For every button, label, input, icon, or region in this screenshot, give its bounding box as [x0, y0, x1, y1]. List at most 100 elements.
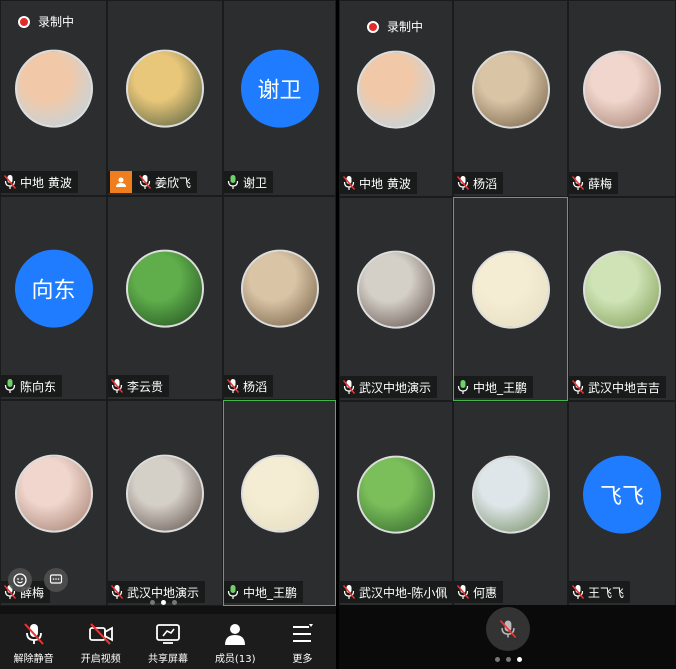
participant-tile[interactable]: 中地_王鹏: [453, 197, 568, 401]
participant-tile[interactable]: 何惠: [453, 401, 568, 606]
participant-tile[interactable]: 谢卫 谢卫: [223, 0, 336, 196]
mic-icon: [4, 379, 16, 393]
right-meeting-view: 中地 黄波 杨滔 薛梅武汉中地演示 中地_王鹏 武汉中地吉吉武汉中地-陈小佩 何惠 飞飞王飞…: [339, 0, 676, 669]
mic-muted-icon: [226, 379, 240, 393]
participant-tile[interactable]: 中地_王鹏: [223, 400, 336, 606]
participant-name: 武汉中地演示: [359, 380, 432, 395]
participant-name: 谢卫: [243, 175, 268, 190]
participant-nametag: 杨滔: [224, 375, 274, 397]
participant-nametag: 中地 黄波: [340, 172, 417, 194]
meeting-toolbar: 解除静音 开启视频 共享屏幕 成员(13) 更多: [0, 614, 336, 669]
participant-nametag: 武汉中地演示: [340, 376, 438, 398]
mic-muted-icon: [499, 619, 516, 639]
participant-nametag: 谢卫: [224, 171, 274, 193]
right-video-grid: 中地 黄波 杨滔 薛梅武汉中地演示 中地_王鹏 武汉中地吉吉武汉中地-陈小佩 何惠 飞飞王飞…: [339, 0, 676, 606]
mic-icon: [227, 585, 239, 599]
avatar-initials: 向东: [14, 249, 93, 328]
page-dot[interactable]: [495, 657, 500, 662]
participant-tile[interactable]: 杨滔: [223, 196, 336, 400]
participant-name: 中地_王鹏: [243, 585, 298, 600]
participant-tile[interactable]: 姜欣飞: [107, 0, 223, 196]
right-bottom-bar: [339, 605, 676, 669]
participant-name: 中地 黄波: [20, 175, 72, 190]
participant-nametag: 杨滔: [454, 172, 504, 194]
recording-label: 录制中: [38, 15, 75, 29]
avatar: [471, 250, 550, 329]
members-label: 成员(13): [214, 654, 256, 665]
mic-muted-icon: [571, 585, 585, 599]
avatar: [14, 49, 93, 128]
avatar-initials: 飞飞: [583, 455, 661, 534]
mic-muted-icon: [138, 175, 152, 189]
avatar: [126, 454, 204, 533]
mic-muted-icon: [110, 585, 124, 599]
emoji-icon[interactable]: [8, 568, 32, 592]
avatar: [357, 250, 435, 329]
participant-nametag: 中地 黄波: [1, 171, 78, 193]
avatar: [583, 250, 661, 329]
participant-nametag: 姜欣飞: [108, 171, 198, 193]
page-dot[interactable]: [506, 657, 511, 662]
screen: 中地 黄波 姜欣飞 谢卫 谢卫 向东 陈向东 李云贵 杨滔 薛梅 武汉中地演示 中地_王鹏 录制中 …: [0, 0, 676, 669]
unmute-label: 解除静音: [13, 654, 54, 665]
mic-muted-icon: [3, 175, 17, 189]
participant-name: 武汉中地-陈小佩: [359, 585, 448, 600]
mic-muted-icon: [23, 623, 44, 645]
start-video-button[interactable]: 开启视频: [67, 614, 134, 669]
avatar: [471, 455, 550, 534]
participant-tile[interactable]: 武汉中地演示: [107, 400, 223, 606]
members-icon: [225, 624, 246, 645]
record-dot-icon: [367, 20, 379, 33]
share-screen-button[interactable]: 共享屏幕: [134, 614, 201, 669]
more-icon: [293, 624, 314, 642]
participant-tile[interactable]: 李云贵: [107, 196, 223, 400]
participant-tile[interactable]: 武汉中地吉吉: [568, 197, 676, 401]
mic-muted-icon: [342, 585, 356, 599]
participant-tile[interactable]: 飞飞王飞飞: [568, 401, 676, 606]
participant-name: 中地_王鹏: [473, 380, 528, 395]
page-dot-active[interactable]: [517, 657, 522, 662]
avatar: [126, 249, 204, 328]
page-dot-active[interactable]: [161, 600, 166, 605]
more-label: 更多: [292, 654, 313, 665]
mic-muted-icon: [571, 380, 585, 394]
participant-tile[interactable]: 向东 陈向东: [0, 196, 107, 400]
mic-icon: [457, 380, 469, 394]
chat-icon[interactable]: [44, 568, 68, 592]
avatar: [471, 50, 550, 129]
video-off-icon: [88, 623, 113, 645]
page-dot[interactable]: [172, 600, 177, 605]
mic-muted-icon: [571, 176, 585, 190]
mic-icon: [227, 175, 239, 189]
participant-tile[interactable]: 武汉中地-陈小佩: [339, 401, 453, 606]
mic-muted-icon: [342, 380, 356, 394]
mute-toggle-button[interactable]: [485, 607, 530, 651]
avatar: [240, 454, 319, 533]
participant-name: 王飞飞: [588, 585, 625, 600]
start-video-label: 开启视频: [80, 654, 121, 665]
participant-name: 中地 黄波: [359, 176, 411, 191]
participant-tile[interactable]: 杨滔: [453, 0, 568, 197]
mic-muted-icon: [110, 379, 124, 393]
participant-nametag: 李云贵: [108, 375, 170, 397]
avatar: [14, 454, 93, 533]
page-dot[interactable]: [150, 600, 155, 605]
recording-indicator: 录制中: [367, 18, 423, 35]
participant-nametag: 中地_王鹏: [224, 581, 304, 603]
participant-tile[interactable]: 武汉中地演示: [339, 197, 453, 401]
participant-name: 李云贵: [127, 379, 164, 394]
participant-nametag: 王飞飞: [569, 581, 631, 603]
participant-name: 杨滔: [473, 176, 498, 191]
more-button[interactable]: 更多: [269, 614, 336, 669]
share-screen-icon: [156, 624, 180, 644]
mic-muted-icon: [456, 176, 470, 190]
recording-label: 录制中: [387, 20, 424, 34]
avatar: [126, 49, 204, 128]
participant-nametag: 薛梅: [569, 172, 619, 194]
left-meeting-view: 中地 黄波 姜欣飞 谢卫 谢卫 向东 陈向东 李云贵 杨滔 薛梅 武汉中地演示 中地_王鹏 录制中 …: [0, 0, 336, 669]
participant-name: 姜欣飞: [155, 175, 192, 190]
participant-name: 杨滔: [243, 379, 268, 394]
members-button[interactable]: 成员(13): [202, 614, 269, 669]
participant-tile[interactable]: 薛梅: [568, 0, 676, 197]
unmute-button[interactable]: 解除静音: [0, 614, 67, 669]
